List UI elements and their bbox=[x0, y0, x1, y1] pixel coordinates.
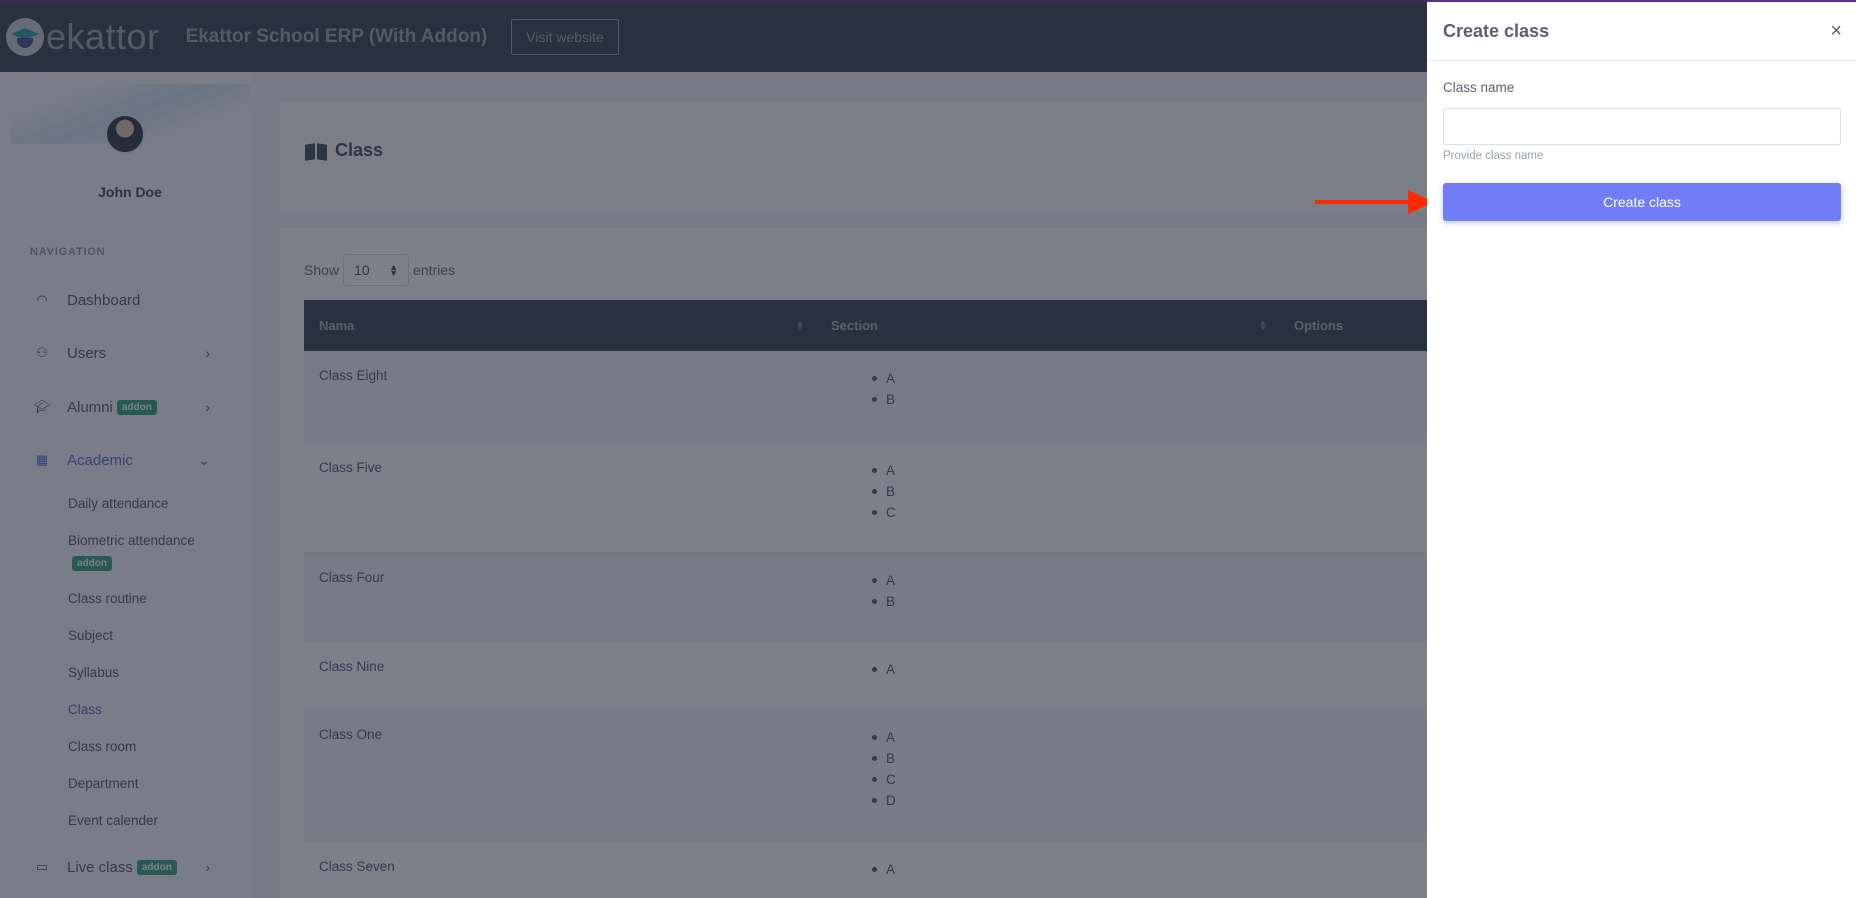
class-name-label: Class name bbox=[1443, 80, 1515, 95]
create-class-button[interactable]: Create class bbox=[1443, 183, 1841, 221]
close-icon[interactable]: × bbox=[1830, 20, 1842, 43]
annotation-arrow-icon bbox=[1315, 200, 1410, 204]
class-name-input[interactable] bbox=[1443, 108, 1841, 145]
panel-header: Create class × bbox=[1427, 2, 1856, 61]
panel-title: Create class bbox=[1443, 20, 1550, 41]
modal-backdrop[interactable] bbox=[0, 0, 1427, 898]
class-name-help: Provide class name bbox=[1443, 150, 1544, 162]
create-class-panel: Create class × Class name Provide class … bbox=[1427, 0, 1856, 898]
